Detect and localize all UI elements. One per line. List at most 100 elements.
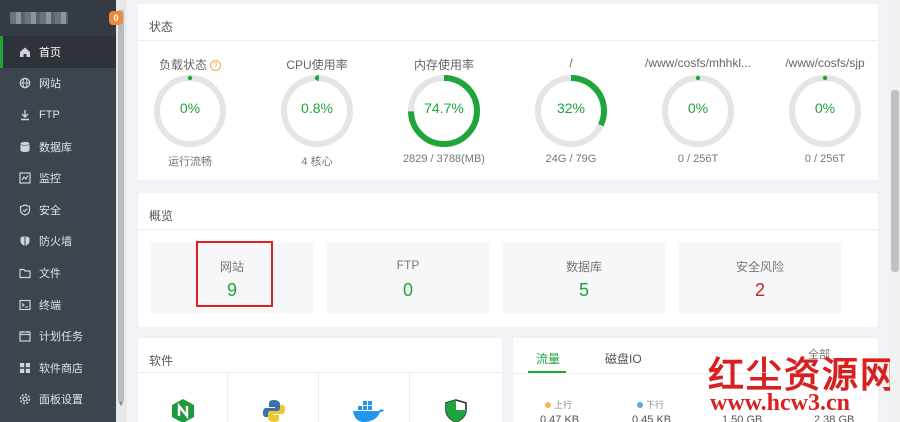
gauge-value: 0% bbox=[814, 100, 836, 116]
main-scrollbar[interactable] bbox=[890, 0, 900, 422]
highlight-box bbox=[196, 241, 273, 307]
gauge-value: 0.8% bbox=[301, 100, 333, 116]
sidebar-item-settings[interactable]: 面板设置 bbox=[0, 384, 116, 416]
sidebar-item-database[interactable]: 数据库 bbox=[0, 131, 116, 163]
card-divider bbox=[138, 229, 878, 230]
sidebar-item-cron[interactable]: 计划任务 bbox=[0, 320, 116, 352]
tab-disk-io[interactable]: 磁盘IO bbox=[605, 350, 642, 367]
overview-label: 安全风险 bbox=[735, 260, 784, 274]
sidebar-item-label: 面板设置 bbox=[39, 394, 83, 407]
upload-label: 上行 bbox=[545, 398, 572, 411]
gauge-sub: 运行流畅 bbox=[168, 156, 212, 168]
ftp-icon bbox=[19, 109, 31, 121]
overview-databases[interactable]: 数据库 5 bbox=[503, 243, 665, 313]
monitor-icon bbox=[19, 172, 31, 184]
software-docker[interactable] bbox=[320, 372, 410, 422]
sidebar-item-label: 计划任务 bbox=[39, 331, 83, 344]
software-python[interactable] bbox=[229, 372, 319, 422]
sidebar-item-files[interactable]: 文件 bbox=[0, 257, 116, 289]
software-nginx[interactable] bbox=[138, 372, 228, 422]
folder-icon bbox=[19, 267, 31, 279]
sidebar-item-home[interactable]: 首页 bbox=[0, 36, 116, 68]
sidebar-item-security[interactable]: 安全 bbox=[0, 194, 116, 226]
terminal-icon bbox=[19, 299, 31, 311]
download-speed: 0.45 KB bbox=[632, 414, 672, 422]
gauge-sub: 0 / 256T bbox=[677, 153, 719, 165]
gauge-label: /www/cosfs/sjp bbox=[785, 56, 865, 70]
overview-value[interactable]: 0 bbox=[327, 280, 489, 301]
gauge-label: /www/cosfs/mhhkl... bbox=[644, 56, 752, 70]
sidebar-item-label: FTP bbox=[39, 108, 60, 121]
gauge-label: / bbox=[569, 56, 573, 70]
sidebar-item-monitor[interactable]: 监控 bbox=[0, 162, 116, 194]
gauge-sub: 4 核心 bbox=[301, 156, 333, 168]
download-dot-icon bbox=[637, 402, 643, 408]
tab-traffic[interactable]: 流量 bbox=[536, 350, 560, 367]
help-icon[interactable]: ? bbox=[210, 60, 221, 71]
gauge-value: 32% bbox=[556, 100, 586, 116]
download-label: 下行 bbox=[637, 398, 664, 411]
sidebar-item-firewall[interactable]: 防火墙 bbox=[0, 226, 116, 258]
gauge-sub: 0 / 256T bbox=[804, 153, 846, 165]
gauge-disk-cosfs-1[interactable]: /www/cosfs/mhhkl... 0% 0 / 256T bbox=[638, 0, 758, 165]
sidebar-item-label: 数据库 bbox=[39, 141, 72, 154]
overview-label: FTP bbox=[396, 258, 420, 272]
sidebar-item-label: 安全 bbox=[39, 204, 61, 217]
gauge-disk-cosfs-2[interactable]: /www/cosfs/sjp 0% 0 / 256T bbox=[765, 0, 885, 165]
home-icon bbox=[19, 46, 31, 58]
sidebar: 首页 网站 FTP 数据库 监控 安全 防火墙 文件 终端 计划任务 软件商店 … bbox=[0, 0, 116, 422]
python-icon bbox=[263, 400, 285, 422]
shield-icon bbox=[19, 204, 31, 216]
upload-dot-icon bbox=[545, 402, 551, 408]
software-security[interactable] bbox=[411, 372, 501, 422]
settings-icon bbox=[19, 393, 31, 405]
nginx-icon bbox=[172, 399, 194, 422]
overview-title: 概览 bbox=[149, 209, 174, 223]
store-icon bbox=[19, 362, 31, 374]
firewall-icon bbox=[19, 235, 31, 247]
sidebar-item-label: 软件商店 bbox=[39, 362, 83, 375]
watermark-url: www.hcw3.cn bbox=[710, 390, 851, 416]
upload-speed: 0.47 KB bbox=[540, 414, 580, 422]
sidebar-item-label: 网站 bbox=[39, 78, 61, 91]
docker-icon bbox=[353, 401, 384, 422]
gauge-label: 内存使用率 bbox=[413, 58, 474, 72]
sidebar-item-ftp[interactable]: FTP bbox=[0, 99, 116, 131]
gauge-value: 0% bbox=[687, 100, 709, 116]
software-title: 软件 bbox=[149, 354, 174, 368]
sidebar-item-label: 首页 bbox=[39, 46, 61, 59]
notification-badge[interactable]: 0 bbox=[109, 11, 123, 25]
gauge-load[interactable]: 负载状态? 0% 运行流畅 bbox=[130, 0, 250, 168]
scroll-down-arrow-icon[interactable]: ▼ bbox=[116, 400, 126, 410]
calendar-icon bbox=[19, 330, 31, 342]
sidebar-item-store[interactable]: 软件商店 bbox=[0, 352, 116, 384]
sidebar-item-label: 终端 bbox=[39, 299, 61, 312]
sidebar-item-label: 防火墙 bbox=[39, 236, 72, 249]
sidebar-scrollbar-thumb[interactable] bbox=[118, 10, 124, 402]
gauge-memory[interactable]: 内存使用率 74.7% 2829 / 3788(MB) bbox=[384, 0, 504, 165]
gauge-value: 0% bbox=[179, 100, 201, 116]
sidebar-item-label: 文件 bbox=[39, 267, 61, 280]
overview-value[interactable]: 2 bbox=[679, 280, 841, 301]
gauge-sub: 2829 / 3788(MB) bbox=[403, 153, 485, 165]
overview-label: 数据库 bbox=[565, 260, 602, 274]
sidebar-item-label: 监控 bbox=[39, 173, 61, 186]
security-shield-icon bbox=[445, 399, 467, 422]
gauge-label: 负载状态? bbox=[130, 56, 250, 73]
sidebar-item-terminal[interactable]: 终端 bbox=[0, 289, 116, 321]
sidebar-header bbox=[0, 0, 116, 36]
gauge-label: CPU使用率 bbox=[286, 58, 348, 72]
sidebar-scrollbar[interactable]: ▼ bbox=[116, 0, 126, 422]
gauge-value: 74.7% bbox=[424, 100, 464, 116]
overview-ftp[interactable]: FTP 0 bbox=[327, 243, 489, 313]
globe-icon bbox=[19, 77, 31, 89]
main-scrollbar-thumb[interactable] bbox=[891, 90, 899, 272]
overview-value[interactable]: 5 bbox=[503, 280, 665, 301]
database-icon bbox=[19, 141, 31, 153]
gauge-disk-root[interactable]: / 32% 24G / 79G bbox=[511, 0, 631, 165]
sidebar-item-website[interactable]: 网站 bbox=[0, 68, 116, 100]
active-tab-indicator bbox=[528, 371, 566, 373]
gauge-cpu[interactable]: CPU使用率 0.8% 4 核心 bbox=[257, 0, 377, 168]
overview-security-risk[interactable]: 安全风险 2 bbox=[679, 243, 841, 313]
gauge-sub: 24G / 79G bbox=[545, 153, 597, 165]
